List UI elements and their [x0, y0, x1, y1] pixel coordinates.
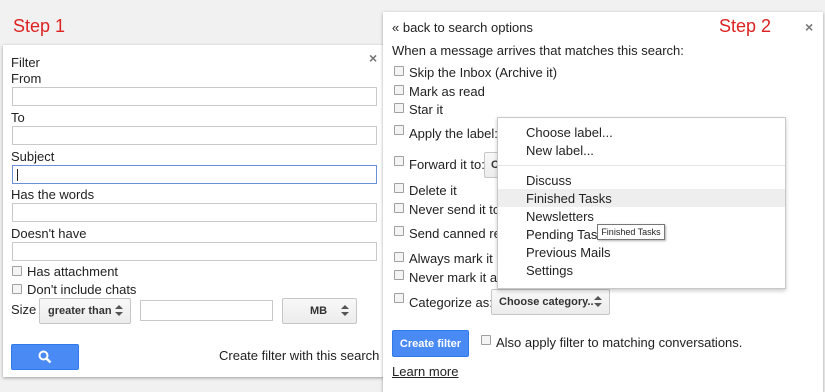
also-apply-label: Also apply filter to matching conversati… — [496, 335, 743, 350]
menu-item-label[interactable]: Previous Mails — [526, 245, 611, 260]
close-icon[interactable]: × — [369, 51, 377, 65]
subject-input[interactable] — [12, 165, 377, 184]
label-dropdown-menu: Choose label... New label... Discuss Fin… — [497, 117, 786, 289]
has-words-input[interactable] — [12, 203, 377, 222]
always-important-label: Always mark it a — [409, 251, 504, 266]
select-arrows-icon — [593, 295, 603, 309]
step-2-label: Step 2 — [719, 16, 772, 36]
star-label: Star it — [409, 102, 443, 117]
size-value-input[interactable] — [140, 300, 273, 321]
categorize-label: Categorize as: — [409, 295, 493, 310]
always-important-checkbox[interactable] — [394, 252, 404, 262]
menu-item-label[interactable]: Pending Tas — [526, 227, 597, 242]
never-spam-checkbox[interactable] — [394, 203, 404, 213]
search-button[interactable] — [11, 344, 79, 370]
size-unit-value: MB — [309, 305, 328, 317]
categorize-checkbox[interactable] — [394, 293, 404, 303]
dont-include-chats-checkbox[interactable] — [12, 284, 22, 294]
doesnt-have-input[interactable] — [12, 242, 377, 261]
delete-checkbox[interactable] — [394, 183, 404, 193]
canned-response-label: Send canned res — [409, 226, 508, 241]
mark-read-label: Mark as read — [409, 84, 485, 99]
select-arrows-icon — [114, 304, 124, 318]
search-icon — [38, 350, 52, 364]
size-operator-select[interactable]: greater than — [39, 298, 131, 324]
never-important-label: Never mark it as — [409, 270, 504, 285]
has-attachment-checkbox[interactable] — [12, 266, 22, 276]
filter-search-panel: Filter × From To Subject Has the words D… — [3, 45, 390, 377]
to-label: To — [11, 110, 25, 125]
intro-text: When a message arrives that matches this… — [392, 43, 684, 58]
menu-item-choose-label[interactable]: Choose label... — [526, 125, 613, 140]
from-input[interactable] — [12, 87, 377, 106]
size-unit-select[interactable]: MB — [282, 298, 357, 324]
has-attachment-label: Has attachment — [27, 264, 119, 279]
create-filter-button[interactable]: Create filter — [392, 330, 469, 357]
category-select[interactable]: Choose category... — [491, 289, 610, 315]
filter-title: Filter — [11, 55, 40, 70]
menu-item-new-label[interactable]: New label... — [526, 143, 594, 158]
text-caret — [17, 169, 18, 181]
menu-item-label[interactable]: Finished Tasks — [526, 191, 612, 206]
menu-item-label[interactable]: Settings — [526, 263, 573, 278]
never-spam-label: Never send it to — [409, 202, 501, 217]
mark-read-checkbox[interactable] — [394, 85, 404, 95]
size-operator-value: greater than — [48, 305, 112, 317]
learn-more-link[interactable]: Learn more — [392, 364, 458, 379]
category-select-value: Choose category... — [499, 296, 593, 308]
menu-item-label[interactable]: Discuss — [526, 173, 572, 188]
apply-label-checkbox[interactable] — [394, 125, 404, 135]
forward-label: Forward it to: — [409, 157, 485, 172]
back-to-search-link[interactable]: « back to search options — [392, 20, 533, 35]
apply-label-label: Apply the label: — [409, 126, 498, 141]
forward-checkbox[interactable] — [394, 156, 404, 166]
also-apply-checkbox[interactable] — [481, 335, 491, 345]
never-important-checkbox[interactable] — [394, 270, 404, 280]
doesnt-have-label: Doesn't have — [11, 226, 87, 241]
label-tooltip: Finished Tasks — [597, 224, 665, 240]
has-words-label: Has the words — [11, 187, 95, 202]
skip-inbox-label: Skip the Inbox (Archive it) — [409, 65, 558, 80]
canned-response-checkbox[interactable] — [394, 226, 404, 236]
delete-label: Delete it — [409, 183, 457, 198]
from-label: From — [11, 71, 42, 86]
subject-label: Subject — [11, 149, 55, 164]
skip-inbox-checkbox[interactable] — [394, 66, 404, 76]
create-filter-link[interactable]: Create filter with this search » — [219, 348, 390, 363]
step-1-label: Step 1 — [13, 16, 66, 36]
size-label: Size — [11, 302, 37, 317]
close-icon[interactable]: × — [805, 20, 813, 34]
to-input[interactable] — [12, 126, 377, 145]
dont-include-chats-label: Don't include chats — [27, 282, 137, 297]
menu-item-label[interactable]: Newsletters — [526, 209, 594, 224]
select-arrows-icon — [340, 304, 350, 318]
menu-divider — [498, 165, 785, 166]
star-checkbox[interactable] — [394, 103, 404, 113]
